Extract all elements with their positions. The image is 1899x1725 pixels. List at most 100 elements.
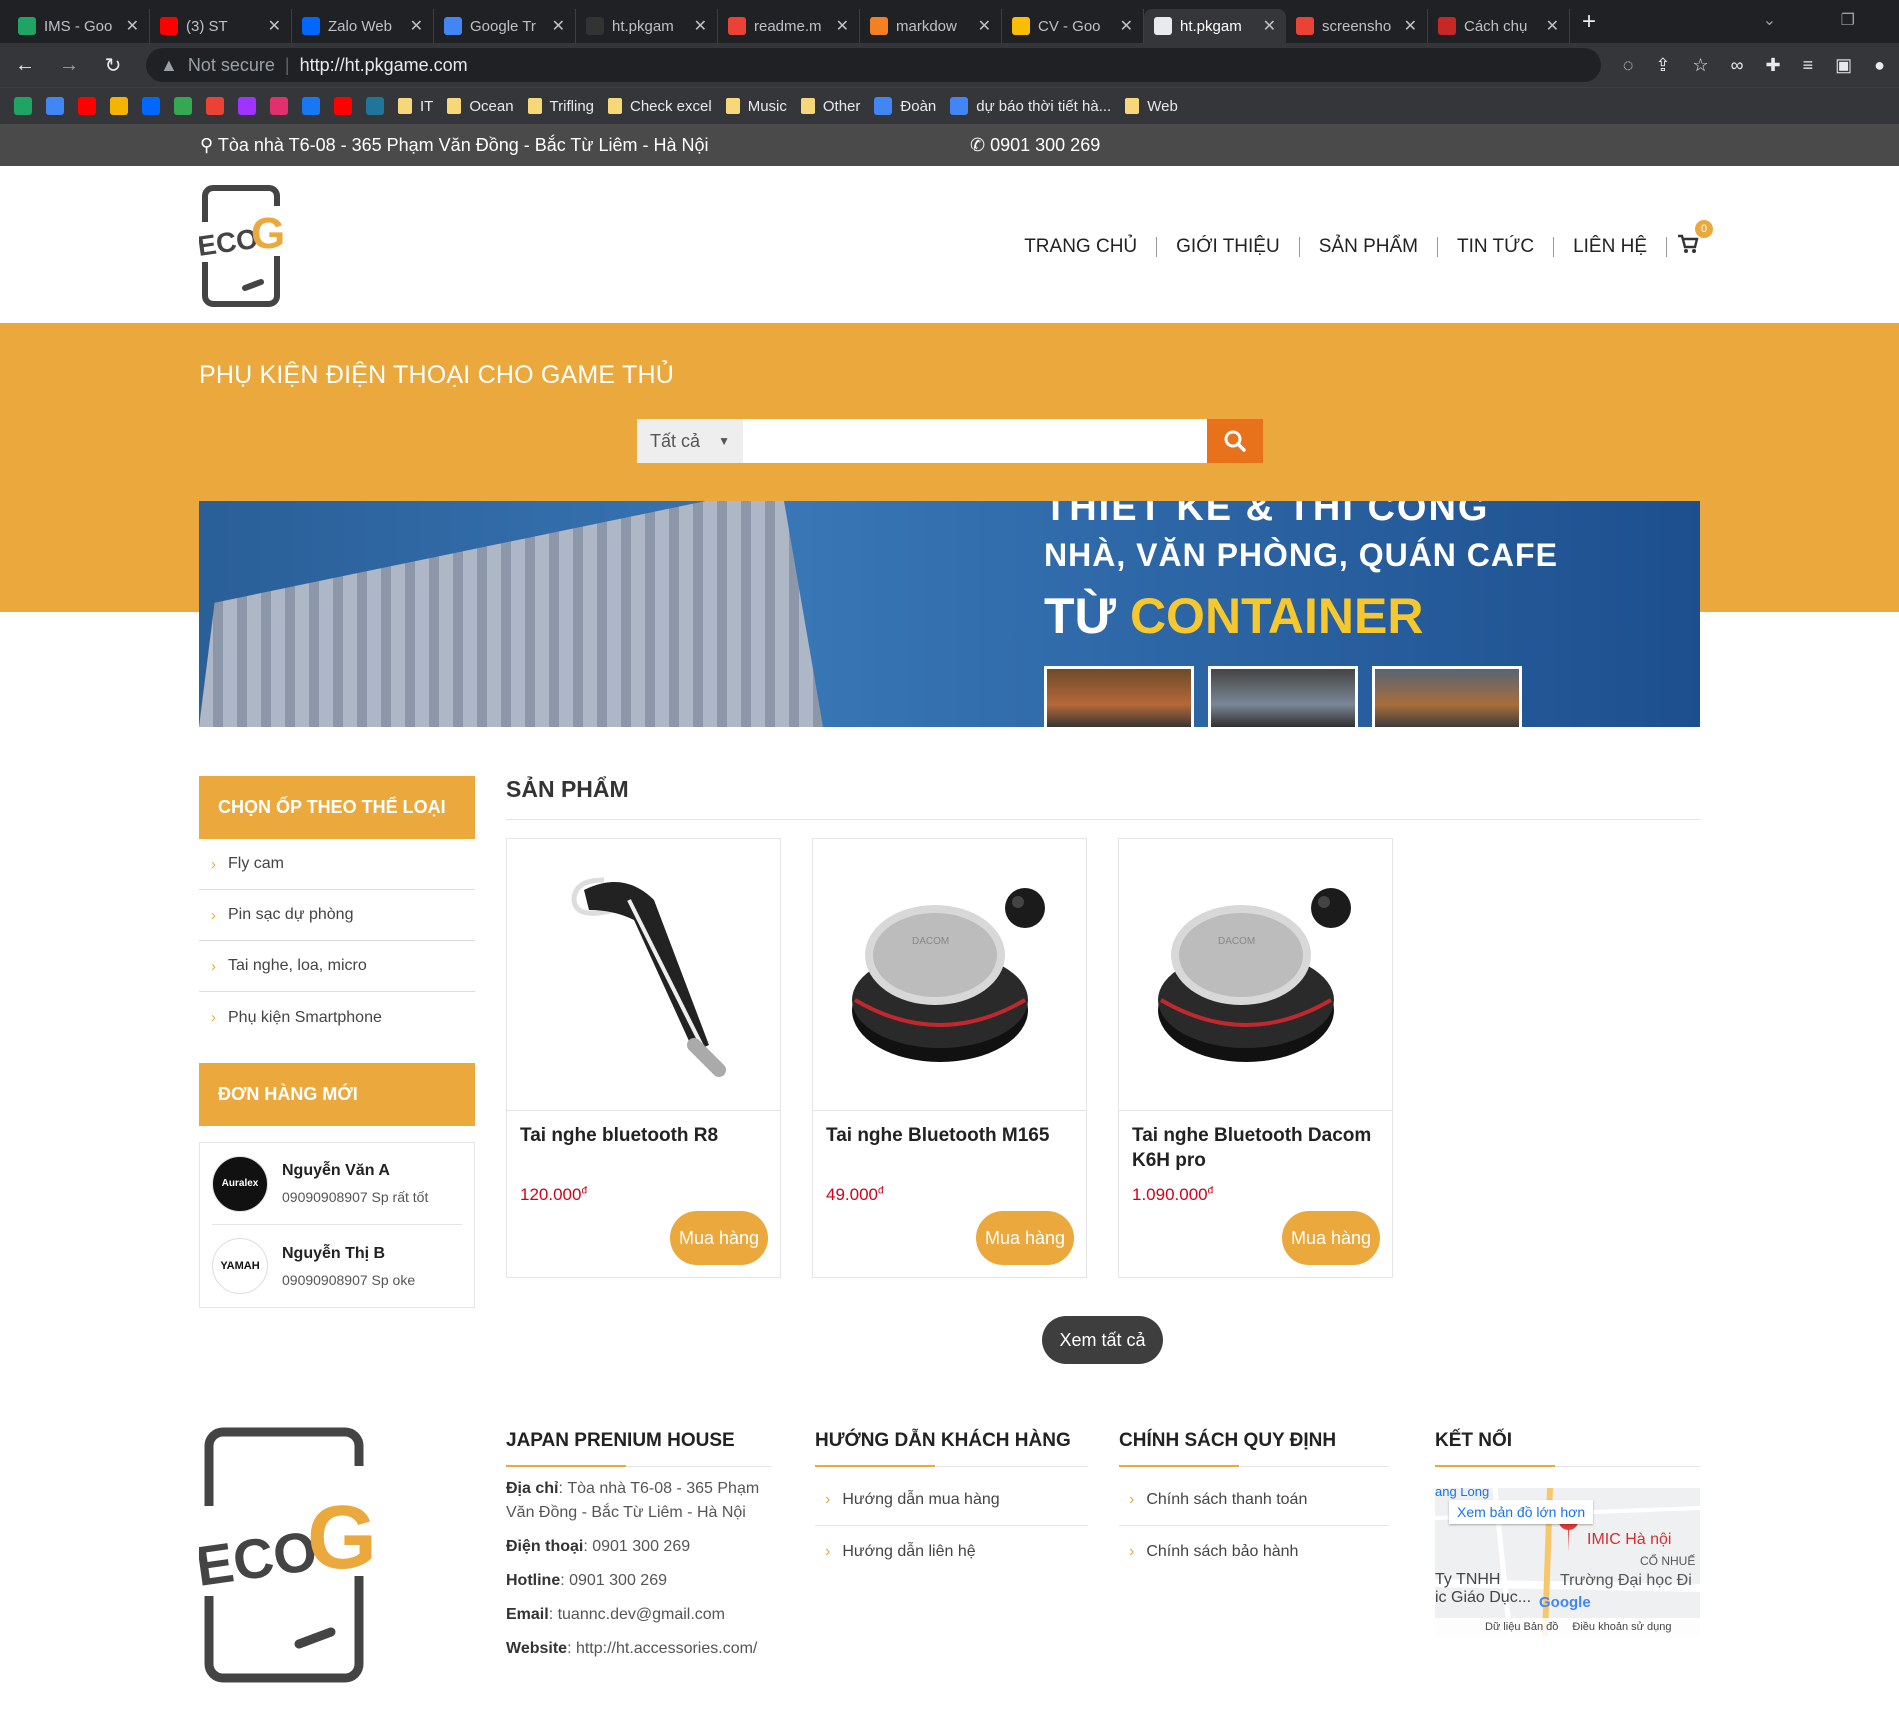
reading-list-icon[interactable]: ≡	[1803, 55, 1814, 76]
bookmark-folder[interactable]: Other	[800, 98, 860, 115]
wordpress-icon[interactable]	[366, 97, 384, 115]
category-item[interactable]: › Phụ kiện Smartphone	[199, 992, 475, 1043]
product-name[interactable]: Tai nghe Bluetooth M165	[813, 1111, 1086, 1175]
close-icon[interactable]: ✕	[978, 16, 991, 36]
browser-tab[interactable]: Zalo Web ✕	[292, 9, 434, 43]
translate-icon[interactable]	[46, 97, 64, 115]
url-text[interactable]: http://ht.pkgame.com	[300, 55, 468, 76]
product-image[interactable]: DACOM	[813, 839, 1086, 1111]
back-icon[interactable]: ←	[14, 54, 36, 77]
footer-link[interactable]: › Chính sách thanh toán	[1119, 1475, 1389, 1526]
product-image[interactable]: DACOM	[1119, 839, 1392, 1111]
site-logo[interactable]: ECO G	[196, 184, 289, 313]
eye-off-icon[interactable]: ◌	[1623, 55, 1634, 76]
youtube-icon[interactable]	[334, 97, 352, 115]
company-email: Email: tuannc.dev@gmail.com	[506, 1606, 726, 1623]
bookmark-folder[interactable]: Music	[725, 98, 787, 115]
window-controls[interactable]: ⌄ ❐	[1763, 10, 1885, 30]
footer-logo[interactable]: ECO G	[192, 1426, 379, 1691]
browser-tab[interactable]: Google Tr ✕	[434, 9, 576, 43]
forward-icon[interactable]: →	[58, 54, 80, 77]
facebook-icon[interactable]	[302, 97, 320, 115]
bookmark-folder[interactable]: Ocean	[447, 98, 514, 115]
cart-button[interactable]: 0	[1677, 220, 1713, 260]
view-all-button[interactable]: Xem tất cả	[1042, 1316, 1163, 1364]
new-tab-button[interactable]: +	[1582, 8, 1596, 36]
buy-button[interactable]: Mua hàng	[976, 1211, 1074, 1265]
footer-link[interactable]: › Hướng dẫn mua hàng	[815, 1475, 1088, 1526]
sheets-icon[interactable]	[14, 97, 32, 115]
bookmark-item[interactable]: dự báo thời tiết hà...	[950, 97, 1111, 115]
close-icon[interactable]: ✕	[126, 16, 139, 36]
category-item[interactable]: › Tai nghe, loa, micro	[199, 941, 475, 992]
search-input[interactable]	[743, 419, 1207, 463]
bookmark-item[interactable]: Đoàn	[874, 97, 936, 115]
browser-tab[interactable]: ht.pkgam ✕	[576, 9, 718, 43]
puzzle-icon[interactable]: ✚	[1766, 55, 1781, 76]
reload-icon[interactable]: ↻	[102, 53, 124, 78]
sidepanel-icon[interactable]: ▣	[1835, 55, 1852, 76]
close-icon[interactable]: ✕	[694, 16, 707, 36]
promo-banner[interactable]: THIẾT KẾ & THI CÔNG NHÀ, VĂN PHÒNG, QUÁN…	[199, 501, 1700, 727]
email-value[interactable]: tuannc.dev@gmail.com	[558, 1606, 725, 1623]
topbar-address: ⚲ Tòa nhà T6-08 - 365 Phạm Văn Đồng - Bắ…	[200, 135, 970, 156]
google-map[interactable]: ăng Long Xem bản đồ lớn hơn IMIC Hà nội …	[1435, 1488, 1700, 1636]
footer-link[interactable]: › Chính sách bảo hành	[1119, 1526, 1389, 1577]
category-select[interactable]: Tất cả ▼	[637, 419, 743, 463]
buy-button[interactable]: Mua hàng	[1282, 1211, 1380, 1265]
footer-link[interactable]: › Hướng dẫn liên hệ	[815, 1526, 1088, 1577]
share-icon[interactable]: ⇪	[1655, 55, 1670, 76]
buy-button[interactable]: Mua hàng	[670, 1211, 768, 1265]
product-card[interactable]: DACOM Tai nghe Bluetooth M165 49.000đ Mu…	[812, 838, 1087, 1278]
drive-icon[interactable]	[174, 97, 192, 115]
close-icon[interactable]: ✕	[1120, 16, 1133, 36]
nav-about[interactable]: GIỚI THIỆU	[1157, 237, 1300, 257]
close-icon[interactable]: ✕	[1404, 16, 1417, 36]
browser-tab[interactable]: ht.pkgam ✕	[1144, 9, 1286, 43]
close-icon[interactable]: ✕	[836, 16, 849, 36]
nav-products[interactable]: SẢN PHẨM	[1300, 237, 1438, 257]
bookmark-folder[interactable]: Check excel	[608, 98, 712, 115]
browser-tab[interactable]: CV - Goo ✕	[1002, 9, 1144, 43]
product-image[interactable]	[507, 839, 780, 1111]
footer-company-title: JAPAN PRENIUM HOUSE	[506, 1430, 771, 1467]
zalo-icon[interactable]	[142, 97, 160, 115]
product-name[interactable]: Tai nghe Bluetooth Dacom K6H pro	[1119, 1111, 1392, 1175]
close-icon[interactable]: ✕	[410, 16, 423, 36]
bookmark-folder[interactable]: IT	[398, 98, 433, 115]
category-item[interactable]: › Pin sạc dự phòng	[199, 890, 475, 941]
browser-tab[interactable]: IMS - Goo ✕	[8, 9, 150, 43]
map-terms-link[interactable]: Điều khoản sử dụng	[1572, 1621, 1671, 1633]
close-icon[interactable]: ✕	[1263, 16, 1276, 36]
browser-tab[interactable]: (3) ST ✕	[150, 9, 292, 43]
nav-news[interactable]: TIN TỨC	[1438, 237, 1555, 257]
search-button[interactable]	[1207, 419, 1263, 463]
product-name[interactable]: Tai nghe bluetooth R8	[507, 1111, 780, 1175]
profile-avatar[interactable]: ●	[1874, 55, 1885, 76]
product-card[interactable]: DACOM Tai nghe Bluetooth Dacom K6H pro 1…	[1118, 838, 1393, 1278]
close-icon[interactable]: ✕	[1546, 16, 1559, 36]
omnibox[interactable]: ▲ Not secure | http://ht.pkgame.com	[146, 48, 1601, 82]
gmail-icon[interactable]	[206, 97, 224, 115]
website-value[interactable]: http://ht.accessories.com/	[576, 1640, 757, 1657]
nav-home[interactable]: TRANG CHỦ	[1005, 237, 1158, 257]
view-larger-map-link[interactable]: Xem bản đồ lớn hơn	[1449, 1500, 1594, 1524]
browser-tab[interactable]: readme.m ✕	[718, 9, 860, 43]
messenger-icon[interactable]	[238, 97, 256, 115]
pinwheel-icon[interactable]	[110, 97, 128, 115]
browser-tab[interactable]: screensho ✕	[1286, 9, 1428, 43]
instagram-icon[interactable]	[270, 97, 288, 115]
browser-tab[interactable]: Cách chụ ✕	[1428, 9, 1570, 43]
bookmark-folder[interactable]: Trifling	[527, 98, 594, 115]
youtube-icon[interactable]	[78, 97, 96, 115]
star-icon[interactable]: ☆	[1693, 55, 1709, 76]
product-card[interactable]: Tai nghe bluetooth R8 120.000đ Mua hàng	[506, 838, 781, 1278]
close-icon[interactable]: ✕	[552, 16, 565, 36]
topbar-phone[interactable]: ✆ 0901 300 269	[970, 135, 1100, 156]
browser-tab[interactable]: markdow ✕	[860, 9, 1002, 43]
close-icon[interactable]: ✕	[268, 16, 281, 36]
nav-contact[interactable]: LIÊN HỆ	[1554, 237, 1667, 257]
bookmark-folder[interactable]: Web	[1125, 98, 1178, 115]
extension-icon[interactable]: ∞	[1731, 55, 1744, 76]
category-item[interactable]: › Fly cam	[199, 839, 475, 890]
